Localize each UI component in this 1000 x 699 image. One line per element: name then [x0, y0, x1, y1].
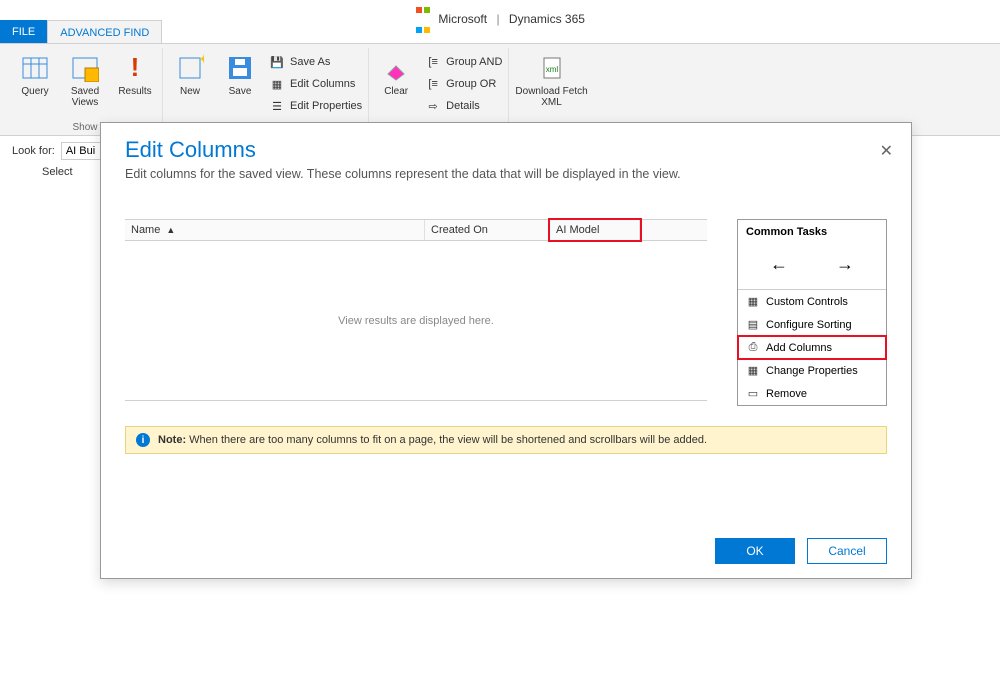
- note-bar: i Note: When there are too many columns …: [125, 426, 887, 454]
- microsoft-logo-icon: [415, 0, 431, 40]
- remove-icon: ▭: [746, 387, 760, 400]
- task-remove[interactable]: ▭Remove: [738, 382, 886, 405]
- column-header-created-on[interactable]: Created On: [425, 220, 550, 240]
- download-xml-icon: xml: [536, 52, 568, 84]
- svg-text:xml: xml: [545, 65, 558, 74]
- ribbon-query-button[interactable]: Query: [14, 48, 56, 97]
- ribbon-save-as-button[interactable]: 💾Save As: [269, 52, 362, 72]
- ribbon-details-button[interactable]: ⇨Details: [425, 96, 502, 116]
- column-header-blank: [640, 220, 707, 240]
- close-icon[interactable]: ✕: [880, 141, 893, 161]
- ok-button[interactable]: OK: [715, 538, 795, 564]
- edit-columns-dialog: ✕ Edit Columns Edit columns for the save…: [100, 122, 912, 579]
- column-header-ai-model[interactable]: AI Model: [550, 220, 640, 240]
- add-columns-icon: ⎙: [746, 341, 760, 354]
- column-header-name[interactable]: Name ▲: [125, 220, 425, 240]
- look-for-label: Look for:: [12, 145, 55, 157]
- look-for-input[interactable]: [61, 142, 101, 160]
- ribbon-edit-properties-button[interactable]: ☰Edit Properties: [269, 96, 362, 116]
- configure-sorting-icon: ▤: [746, 318, 760, 331]
- ribbon-save-button[interactable]: Save: [219, 48, 261, 97]
- ribbon-clear-button[interactable]: Clear: [375, 48, 417, 97]
- eraser-icon: [380, 52, 412, 84]
- exclamation-icon: !: [119, 52, 151, 84]
- save-icon: [224, 52, 256, 84]
- dialog-title: Edit Columns: [125, 137, 887, 163]
- note-text: When there are too many columns to fit o…: [189, 434, 707, 446]
- ribbon-new-button[interactable]: ✦ New: [169, 48, 211, 97]
- edit-properties-icon: ☰: [269, 98, 285, 114]
- task-configure-sorting[interactable]: ▤Configure Sorting: [738, 313, 886, 336]
- edit-columns-icon: ▦: [269, 76, 285, 92]
- tab-file[interactable]: FILE: [0, 20, 47, 43]
- arrow-right-icon[interactable]: →: [836, 254, 854, 275]
- tabs-row: FILE ADVANCED FIND: [0, 20, 1000, 44]
- ribbon-download-fetch-xml-button[interactable]: xml Download Fetch XML: [515, 48, 587, 108]
- brand-product: Dynamics 365: [509, 12, 585, 26]
- ribbon-group-or-button[interactable]: [≡Group OR: [425, 74, 502, 94]
- ribbon-edit-columns-button[interactable]: ▦Edit Columns: [269, 74, 362, 94]
- tab-advanced-find[interactable]: ADVANCED FIND: [47, 20, 162, 43]
- brand-microsoft: Microsoft: [438, 12, 487, 26]
- svg-text:✦: ✦: [198, 54, 204, 67]
- sort-asc-icon: ▲: [166, 225, 175, 235]
- change-properties-icon: ▦: [746, 364, 760, 377]
- brand-bar: Microsoft | Dynamics 365: [0, 0, 1000, 20]
- custom-controls-icon: ▦: [746, 295, 760, 308]
- ribbon-group-and-button[interactable]: [≡Group AND: [425, 52, 502, 72]
- new-icon: ✦: [174, 52, 206, 84]
- brand-divider: |: [496, 12, 499, 26]
- dialog-subtitle: Edit columns for the saved view. These c…: [125, 167, 887, 181]
- cancel-button[interactable]: Cancel: [807, 538, 887, 564]
- table-icon: [19, 52, 51, 84]
- task-change-properties[interactable]: ▦Change Properties: [738, 359, 886, 382]
- note-label: Note:: [158, 434, 186, 446]
- details-icon: ⇨: [425, 98, 441, 114]
- columns-body: View results are displayed here.: [125, 241, 707, 401]
- ribbon-group-show-label: Show: [72, 120, 97, 135]
- info-icon: i: [136, 433, 150, 447]
- common-tasks-title: Common Tasks: [738, 220, 886, 244]
- task-add-columns[interactable]: ⎙Add Columns: [738, 336, 886, 359]
- svg-text:!: !: [131, 54, 140, 82]
- placeholder-text: View results are displayed here.: [338, 315, 494, 327]
- columns-header-row: Name ▲ Created On AI Model: [125, 219, 707, 241]
- ribbon-results-button[interactable]: ! Results: [114, 48, 156, 97]
- saved-views-icon: [69, 52, 101, 84]
- arrow-left-icon[interactable]: ←: [770, 254, 788, 275]
- save-as-icon: 💾: [269, 54, 285, 70]
- columns-table: Name ▲ Created On AI Model View results …: [125, 219, 707, 406]
- group-and-icon: [≡: [425, 54, 441, 70]
- common-tasks-panel: Common Tasks ← → ▦Custom Controls ▤Confi…: [737, 219, 887, 406]
- group-or-icon: [≡: [425, 76, 441, 92]
- task-custom-controls[interactable]: ▦Custom Controls: [738, 290, 886, 313]
- ribbon-saved-views-button[interactable]: Saved Views: [64, 48, 106, 108]
